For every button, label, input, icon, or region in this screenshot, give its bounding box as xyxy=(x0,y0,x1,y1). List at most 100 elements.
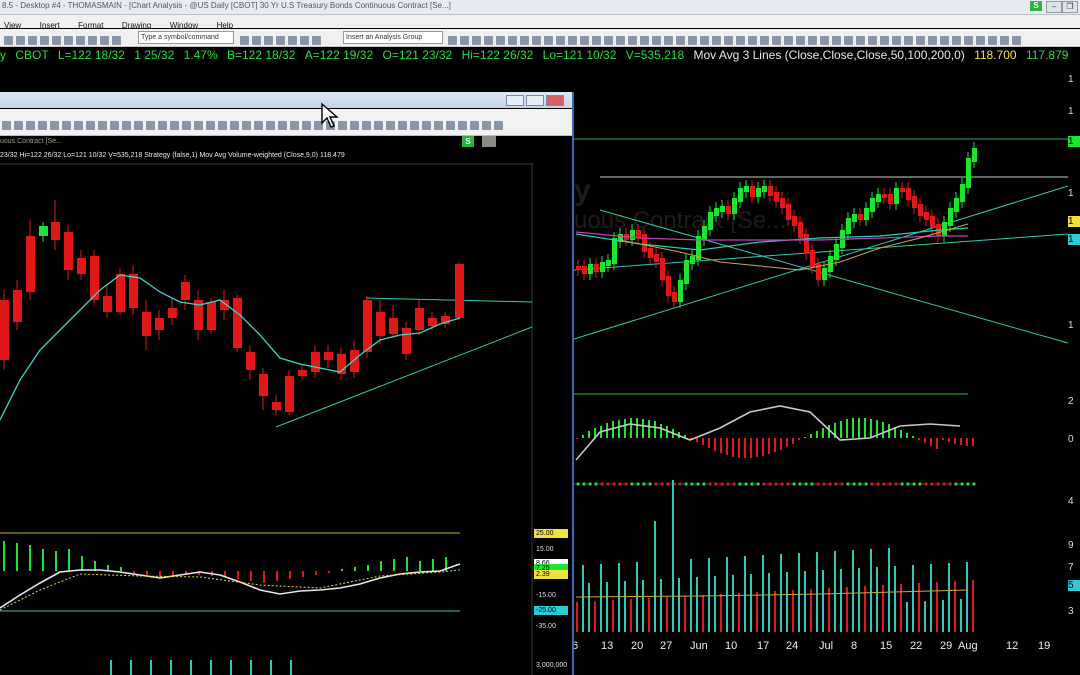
inner-axis-label: -25.00 xyxy=(534,606,568,615)
volume-bar xyxy=(636,562,638,632)
osc-bar xyxy=(630,418,632,438)
squeeze-dot xyxy=(606,482,610,486)
volume-bar xyxy=(606,582,608,632)
inner-toolbar xyxy=(0,109,572,136)
squeeze-dot xyxy=(930,482,934,486)
candle-body xyxy=(972,148,977,162)
quote-exchange: CBOT xyxy=(15,48,49,62)
volume-bar xyxy=(696,577,698,632)
osc-bar xyxy=(786,438,788,447)
squeeze-dot xyxy=(918,482,922,486)
ma-50-line xyxy=(575,227,969,251)
volume-bar xyxy=(654,521,656,632)
candle-body xyxy=(906,188,911,200)
inner-toolbar-icons[interactable] xyxy=(2,117,506,130)
volume-bar xyxy=(888,548,890,632)
inner-axis-label: 25.00 xyxy=(534,529,568,538)
volume-bar xyxy=(822,570,824,632)
squeeze-dot xyxy=(750,482,754,486)
squeeze-dot xyxy=(744,482,748,486)
symbol-input[interactable]: Type a symbol/command xyxy=(138,31,234,44)
volume-bar xyxy=(714,576,716,632)
candle-body xyxy=(690,256,695,264)
squeeze-dot xyxy=(858,482,862,486)
candle-body xyxy=(762,186,767,192)
squeeze-dot xyxy=(960,482,964,486)
osc-bar xyxy=(822,428,824,438)
inner-window-titlebar[interactable] xyxy=(0,92,572,108)
candle-body xyxy=(912,196,917,208)
quote-prefix: y xyxy=(0,48,6,62)
volume-bar xyxy=(906,602,908,632)
osc-bar xyxy=(654,421,656,438)
squeeze-dot xyxy=(666,482,670,486)
toolbar-icons-right[interactable] xyxy=(448,32,1024,45)
volume-bar xyxy=(792,590,794,632)
volume-bar xyxy=(618,563,620,632)
osc-bar xyxy=(720,438,722,453)
inner-chart-window[interactable]: uous Contract [Se... S 23/32 Hi=122 26/3… xyxy=(0,92,574,675)
candle-body xyxy=(924,212,929,220)
window-minimize-icon[interactable]: – xyxy=(1046,1,1062,13)
candle-body xyxy=(768,186,773,196)
trendline-up-2[interactable] xyxy=(573,233,1069,271)
candle-body xyxy=(774,192,779,202)
trendline-down[interactable] xyxy=(599,209,1069,344)
candle-body xyxy=(786,204,791,220)
quote-ma2: 117.879 xyxy=(1025,48,1069,62)
candle-body xyxy=(594,264,599,272)
osc-bar xyxy=(726,438,728,455)
volume-bar xyxy=(690,559,692,632)
volume-bar xyxy=(846,587,848,632)
volume-bar xyxy=(624,581,626,632)
strategy-icon[interactable]: S xyxy=(462,136,474,147)
strategy-badge[interactable]: S xyxy=(1030,1,1042,11)
volume-bar xyxy=(954,581,956,632)
volume-bar xyxy=(702,595,704,632)
candle-body xyxy=(636,230,641,238)
squeeze-dot xyxy=(654,482,658,486)
window-close-icon[interactable] xyxy=(546,95,564,106)
watermark-symbol: y xyxy=(574,174,591,207)
squeeze-dot xyxy=(630,482,634,486)
volume-bar xyxy=(876,567,878,632)
candle-body xyxy=(846,218,851,234)
window-minimize-icon[interactable] xyxy=(506,95,524,106)
volume-bar xyxy=(972,580,974,632)
volume-bar xyxy=(948,563,950,632)
window-restore-icon[interactable]: ❐ xyxy=(1062,1,1078,13)
squeeze-dot xyxy=(822,482,826,486)
squeeze-dot xyxy=(870,482,874,486)
squeeze-dot xyxy=(864,482,868,486)
osc-bar xyxy=(882,422,884,438)
squeeze-dot xyxy=(810,482,814,486)
squeeze-dot xyxy=(672,482,676,486)
squeeze-dot xyxy=(900,482,904,486)
osc-bar xyxy=(972,438,974,446)
squeeze-dot xyxy=(966,482,970,486)
squeeze-dot xyxy=(612,482,616,486)
volume-bar xyxy=(918,583,920,632)
trendline-up[interactable] xyxy=(573,185,1069,340)
squeeze-dot xyxy=(834,482,838,486)
squeeze-dot xyxy=(936,482,940,486)
volume-bar xyxy=(666,597,668,632)
squeeze-dot xyxy=(786,482,790,486)
toolbar-icons-mid[interactable] xyxy=(240,32,324,45)
squeeze-dot xyxy=(600,482,604,486)
squeeze-dot xyxy=(714,482,718,486)
candle-body xyxy=(864,208,869,220)
settings-icon[interactable] xyxy=(482,136,496,147)
candle-body xyxy=(708,212,713,230)
candle-body xyxy=(582,266,587,274)
squeeze-dot xyxy=(720,482,724,486)
window-restore-icon[interactable] xyxy=(526,95,544,106)
squeeze-dot xyxy=(726,482,730,486)
toolbar-icons-left[interactable] xyxy=(4,32,124,45)
osc-bar xyxy=(774,438,776,452)
osc-bar xyxy=(936,438,938,449)
ma-200-line xyxy=(619,223,969,271)
analysis-group-select[interactable]: Insert an Analysis Group xyxy=(343,31,443,44)
osc-bar xyxy=(876,420,878,438)
inner-axis-label: 2.39 xyxy=(534,570,568,579)
